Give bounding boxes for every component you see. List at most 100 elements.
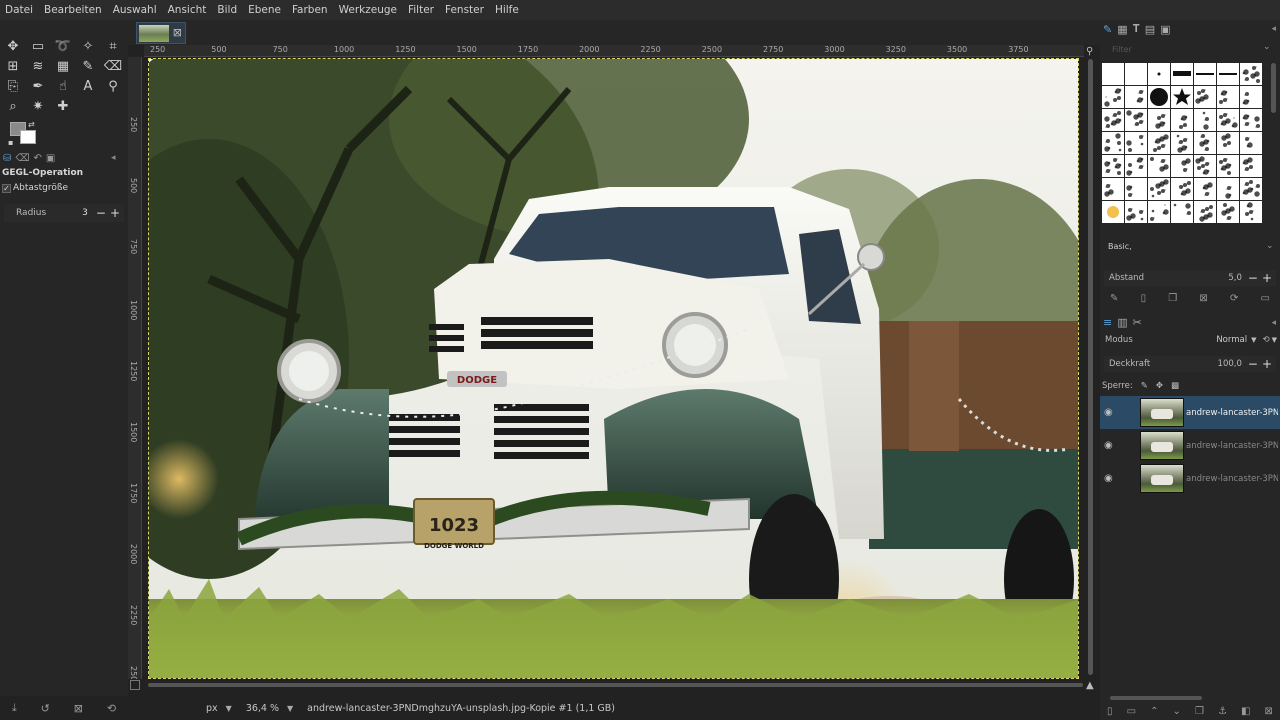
brush-preview[interactable] — [1240, 86, 1262, 108]
brush-preview[interactable] — [1217, 155, 1239, 177]
raise-layer-icon[interactable]: ⌃ — [1150, 706, 1158, 717]
minus-icon[interactable]: − — [1248, 357, 1258, 371]
menu-datei[interactable]: Datei — [5, 4, 39, 16]
brush-preview[interactable] — [1125, 201, 1147, 223]
brush-preview[interactable] — [1102, 201, 1124, 223]
brush-preview[interactable] — [1102, 155, 1124, 177]
brush-preview[interactable] — [1217, 86, 1239, 108]
panel-menu-icon[interactable]: ◂ — [111, 153, 116, 163]
reset-options-icon[interactable]: ⟲ — [107, 702, 116, 715]
brush-preview[interactable] — [1171, 86, 1193, 108]
layer-row[interactable]: ◉ andrew-lancaster-3PNDmghzuYA — [1100, 396, 1280, 429]
eraser-icon[interactable]: ⌫ — [103, 57, 123, 75]
brush-preview[interactable] — [1102, 86, 1124, 108]
text-icon[interactable]: A — [78, 77, 98, 95]
gegl-icon[interactable]: ✷ — [28, 97, 48, 115]
horizontal-ruler[interactable]: 250 500 750 1000 1250 1500 1750 2000 2250 2500 275… — [144, 45, 1084, 57]
quick-mask-toggle[interactable] — [130, 680, 140, 690]
brush-preview[interactable] — [1125, 109, 1147, 131]
paintbrush-icon[interactable]: ✎ — [78, 57, 98, 75]
chevron-down-icon[interactable]: ▼ — [287, 704, 293, 713]
brush-preview[interactable] — [1217, 178, 1239, 200]
visibility-eye-icon[interactable]: ◉ — [1104, 407, 1122, 418]
chevron-down-icon[interactable]: ⌄ — [1263, 42, 1271, 52]
move-tool-icon[interactable]: ✥ — [3, 37, 23, 55]
fonts-tab-icon[interactable]: 𝐓 — [1133, 22, 1140, 36]
brush-preview[interactable] — [1194, 63, 1216, 85]
zoom-tool-icon[interactable]: ⌕ — [3, 97, 23, 115]
brush-preview[interactable] — [1102, 178, 1124, 200]
document-history-tab-icon[interactable]: ▤ — [1145, 23, 1155, 36]
brush-preview[interactable] — [1102, 63, 1124, 85]
brush-preview[interactable] — [1125, 155, 1147, 177]
duplicate-brush-icon[interactable]: ❐ — [1168, 293, 1177, 304]
delete-options-icon[interactable]: ⊠ — [74, 702, 83, 715]
delete-layer-icon[interactable]: ⊠ — [1264, 706, 1272, 717]
menu-fenster[interactable]: Fenster — [445, 4, 490, 16]
brush-preview[interactable] — [1148, 63, 1170, 85]
layers-tab-icon[interactable]: ≡ — [1103, 316, 1112, 329]
zoom-lock-icon[interactable]: ⚲ — [1086, 46, 1093, 57]
brush-preview[interactable] — [1102, 109, 1124, 131]
plus-icon[interactable]: + — [1262, 357, 1272, 371]
brush-preview[interactable] — [1171, 109, 1193, 131]
brush-preview[interactable] — [1240, 155, 1262, 177]
spacing-value[interactable]: 5,0 — [1228, 273, 1242, 283]
background-color[interactable] — [20, 130, 36, 144]
brush-preview[interactable] — [1148, 201, 1170, 223]
close-icon[interactable]: ⊠ — [173, 26, 182, 39]
gradient-icon[interactable]: ▦ — [53, 57, 73, 75]
brush-preview[interactable] — [1171, 132, 1193, 154]
sample-size-option[interactable]: ✓ Abtastgröße — [2, 183, 68, 193]
brush-preview[interactable] — [1217, 109, 1239, 131]
plus-icon[interactable]: + — [1262, 271, 1272, 285]
delete-brush-icon[interactable]: ⊠ — [1199, 293, 1207, 304]
brush-preview[interactable] — [1171, 178, 1193, 200]
layer-row[interactable]: ◉ andrew-lancaster-3PNDmghzuYA — [1100, 462, 1280, 495]
chevron-down-icon[interactable]: ▼ — [1251, 336, 1256, 344]
layer-name[interactable]: andrew-lancaster-3PNDmghzuYA — [1186, 474, 1278, 484]
mask-layer-icon[interactable]: ◧ — [1241, 706, 1250, 717]
smudge-icon[interactable]: ☝ — [53, 77, 73, 95]
vertical-scrollbar[interactable] — [1086, 57, 1096, 677]
menu-bild[interactable]: Bild — [217, 4, 243, 16]
brush-preview[interactable] — [1148, 132, 1170, 154]
spacing-spinner[interactable]: Abstand 5,0 − + — [1104, 270, 1276, 286]
new-brush-icon[interactable]: ▯ — [1141, 293, 1147, 304]
paths-tab-icon[interactable]: ✂ — [1133, 316, 1142, 329]
open-as-image-icon[interactable]: ▭ — [1261, 293, 1270, 304]
color-picker-icon[interactable]: ⚲ — [103, 77, 123, 95]
brushes-tab-icon[interactable]: ✎ — [1103, 23, 1112, 36]
image-tab[interactable]: ⊠ — [136, 22, 186, 44]
brush-preview[interactable] — [1194, 155, 1216, 177]
duplicate-layer-icon[interactable]: ❐ — [1195, 706, 1204, 717]
brush-preview[interactable] — [1194, 201, 1216, 223]
tool-options-tab-icon[interactable]: ⛁ — [3, 153, 11, 164]
transform-icon[interactable]: ⊞ — [3, 57, 23, 75]
brush-preview[interactable] — [1194, 178, 1216, 200]
menu-farben[interactable]: Farben — [292, 4, 334, 16]
heal-icon[interactable]: ✚ — [53, 97, 73, 115]
device-status-tab-icon[interactable]: ⌫ — [15, 153, 29, 164]
navigate-icon[interactable]: ▲ — [1086, 680, 1094, 691]
image-canvas[interactable]: DODGE 1023 DODGE WORLD — [148, 58, 1079, 679]
sample-size-checkbox[interactable]: ✓ — [2, 183, 11, 193]
menu-ansicht[interactable]: Ansicht — [168, 4, 213, 16]
menu-ebene[interactable]: Ebene — [248, 4, 287, 16]
brush-preview[interactable] — [1171, 201, 1193, 223]
brush-preview[interactable] — [1148, 155, 1170, 177]
anchor-layer-icon[interactable]: ⚓ — [1218, 706, 1227, 717]
clone-icon[interactable]: ⎘ — [3, 77, 23, 95]
menu-bearbeiten[interactable]: Bearbeiten — [44, 4, 108, 16]
lower-layer-icon[interactable]: ⌄ — [1173, 706, 1181, 717]
refresh-icon[interactable]: ⟳ — [1230, 293, 1238, 304]
brush-preview[interactable] — [1194, 109, 1216, 131]
restore-options-icon[interactable]: ↺ — [41, 702, 50, 715]
panel-menu-icon[interactable]: ◂ — [1271, 24, 1276, 34]
brush-filter-input[interactable]: Filter — [1106, 42, 1266, 58]
images-tab-icon[interactable]: ▣ — [1160, 23, 1170, 36]
crop-icon[interactable]: ⌗ — [103, 37, 123, 55]
brush-preview[interactable] — [1148, 86, 1170, 108]
images-tab-icon[interactable]: ▣ — [46, 153, 55, 164]
undo-history-tab-icon[interactable]: ↶ — [34, 153, 42, 164]
